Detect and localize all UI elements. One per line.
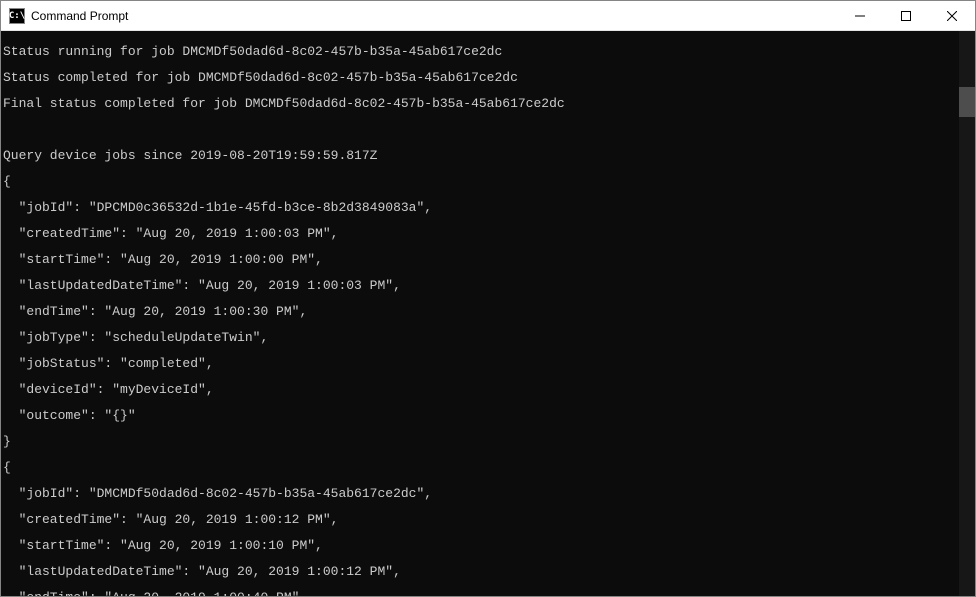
output-line: Status completed for job DMCMDf50dad6d-8… <box>3 71 973 84</box>
terminal-output[interactable]: Status running for job DMCMDf50dad6d-8c0… <box>1 31 975 596</box>
output-line: "lastUpdatedDateTime": "Aug 20, 2019 1:0… <box>3 565 973 578</box>
output-line: "createdTime": "Aug 20, 2019 1:00:12 PM"… <box>3 513 973 526</box>
scrollbar-track[interactable] <box>959 31 975 596</box>
output-line: "createdTime": "Aug 20, 2019 1:00:03 PM"… <box>3 227 973 240</box>
output-line: Final status completed for job DMCMDf50d… <box>3 97 973 110</box>
output-line: "endTime": "Aug 20, 2019 1:00:40 PM", <box>3 591 973 596</box>
output-line: Query device jobs since 2019-08-20T19:59… <box>3 149 973 162</box>
window-controls <box>837 1 975 30</box>
output-line: "jobStatus": "completed", <box>3 357 973 370</box>
minimize-button[interactable] <box>837 1 883 30</box>
output-line: } <box>3 435 973 448</box>
output-line: { <box>3 461 973 474</box>
close-button[interactable] <box>929 1 975 30</box>
output-line: "outcome": "{}" <box>3 409 973 422</box>
cmd-icon: C:\ <box>9 8 25 24</box>
output-line <box>3 123 973 136</box>
close-icon <box>947 11 957 21</box>
minimize-icon <box>855 11 865 21</box>
output-line: "lastUpdatedDateTime": "Aug 20, 2019 1:0… <box>3 279 973 292</box>
window-title: Command Prompt <box>31 9 837 23</box>
output-line: "jobId": "DPCMD0c36532d-1b1e-45fd-b3ce-8… <box>3 201 973 214</box>
output-line: "jobId": "DMCMDf50dad6d-8c02-457b-b35a-4… <box>3 487 973 500</box>
output-line: Status running for job DMCMDf50dad6d-8c0… <box>3 45 973 58</box>
command-prompt-window: C:\ Command Prompt Status running for jo… <box>0 0 976 597</box>
output-line: { <box>3 175 973 188</box>
output-line: "jobType": "scheduleUpdateTwin", <box>3 331 973 344</box>
output-line: "startTime": "Aug 20, 2019 1:00:10 PM", <box>3 539 973 552</box>
scrollbar-thumb[interactable] <box>959 87 975 117</box>
maximize-button[interactable] <box>883 1 929 30</box>
output-line: "endTime": "Aug 20, 2019 1:00:30 PM", <box>3 305 973 318</box>
maximize-icon <box>901 11 911 21</box>
output-line: "deviceId": "myDeviceId", <box>3 383 973 396</box>
output-line: "startTime": "Aug 20, 2019 1:00:00 PM", <box>3 253 973 266</box>
titlebar[interactable]: C:\ Command Prompt <box>1 1 975 31</box>
